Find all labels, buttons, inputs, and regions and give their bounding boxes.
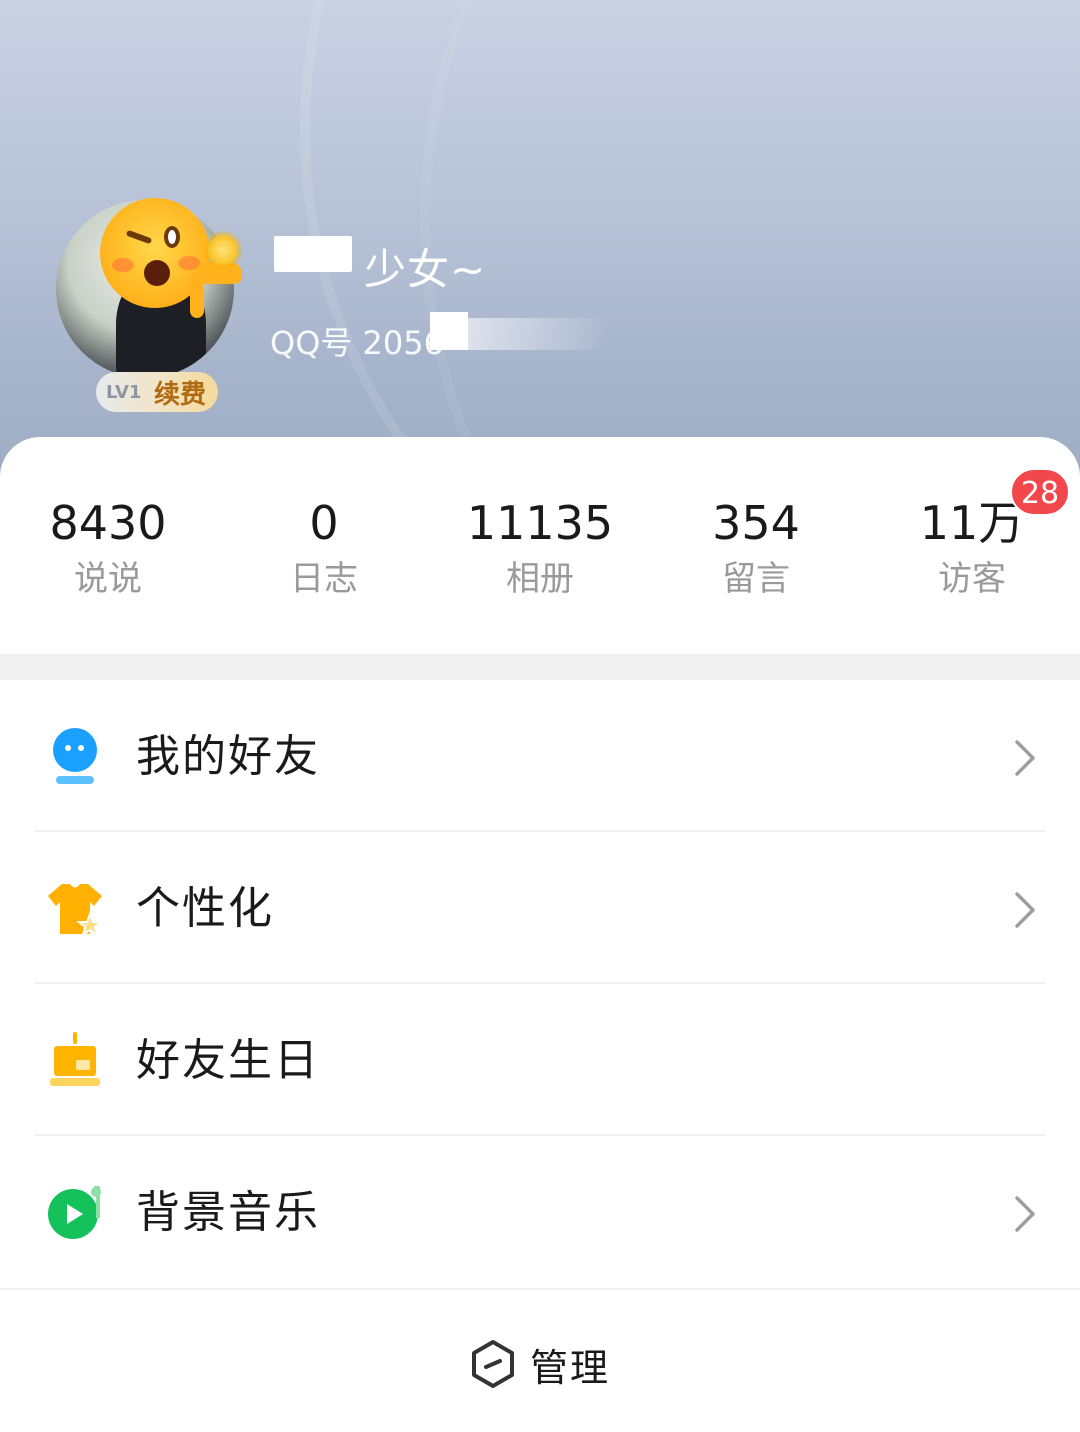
menu-item-label: 我的好友 [136, 731, 320, 782]
menu-item-label: 背景音乐 [136, 1187, 320, 1238]
menu-item-background-music[interactable]: 背景音乐 [0, 1136, 1080, 1288]
stats-bar: 8430 说说 0 日志 11135 相册 354 留言 11万 访客 [0, 437, 1080, 653]
chevron-right-icon [1015, 1196, 1035, 1232]
stat-diary[interactable]: 0 日志 [216, 495, 432, 601]
chevron-right-icon [1015, 892, 1035, 928]
menu-item-friends[interactable]: 我的好友 [0, 680, 1080, 832]
section-divider [0, 654, 1080, 680]
stat-album[interactable]: 11135 相册 [432, 495, 648, 601]
stat-value: 11135 [466, 496, 614, 550]
friends-icon [53, 728, 97, 784]
footer-separator [0, 1288, 1080, 1290]
visitor-count-badge: 28 [1010, 468, 1070, 516]
stat-label: 日志 [290, 559, 358, 599]
vip-renew-badge[interactable]: LV1 续费 [96, 372, 218, 412]
redacted-name-block [274, 236, 352, 272]
redacted-qq-fade [468, 318, 608, 350]
redacted-qq-block [430, 312, 468, 350]
manage-label: 管理 [530, 1345, 611, 1390]
stat-value: 0 [309, 496, 339, 550]
stat-value: 8430 [49, 496, 167, 550]
personalize-icon [48, 884, 104, 938]
menu-item-label: 个性化 [136, 883, 274, 934]
stat-label: 相册 [506, 559, 574, 599]
vip-level-label: LV1 [106, 381, 142, 403]
stat-label: 访客 [938, 559, 1006, 599]
qq-number: QQ号 2056 [270, 324, 444, 362]
renew-label: 续费 [154, 379, 207, 410]
manage-hexagon-icon [472, 1340, 514, 1388]
nickname: 少女~ [364, 245, 487, 294]
sun-emoji-icon [208, 235, 238, 265]
stat-label: 留言 [722, 559, 790, 599]
stat-shuoshuo[interactable]: 8430 说说 [0, 495, 216, 601]
manage-button[interactable]: 管理 [470, 1336, 610, 1392]
music-icon [48, 1186, 101, 1239]
menu-item-label: 好友生日 [136, 1035, 320, 1086]
pointing-hand-tip [196, 262, 242, 284]
menu-item-personalize[interactable]: 个性化 [0, 832, 1080, 984]
stat-messages[interactable]: 354 留言 [648, 495, 864, 601]
stat-label: 说说 [74, 559, 142, 599]
stat-value: 354 [712, 496, 800, 550]
chevron-right-icon [1015, 740, 1035, 776]
birthday-cake-icon [50, 1032, 100, 1086]
menu-item-friend-birthday[interactable]: 好友生日 [0, 984, 1080, 1136]
